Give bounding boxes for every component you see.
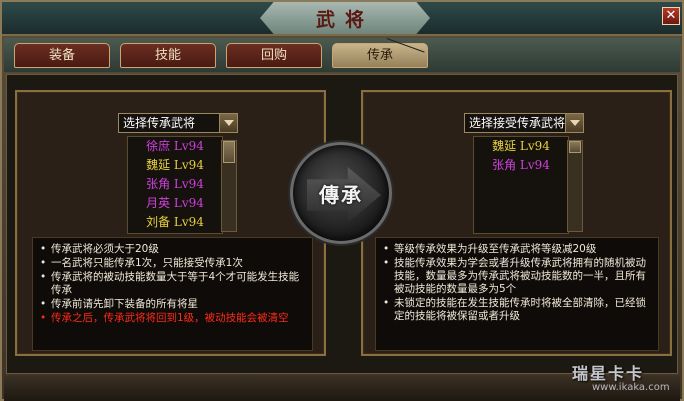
source-general-panel: 选择传承武将 徐庶 Lv94 魏延 Lv94 张角 Lv94 月英 Lv94 刘… <box>15 90 326 356</box>
chevron-down-icon[interactable] <box>565 114 583 132</box>
list-item[interactable]: 魏延 Lv94 <box>128 156 222 175</box>
target-rules-box: 等级传承效果为升级至传承武将等级减20级 技能传承效果为学会或者升级传承武将拥有… <box>375 237 659 351</box>
list-item[interactable]: 张角 Lv94 <box>128 175 222 194</box>
scroll-thumb[interactable] <box>223 141 235 163</box>
target-list-scrollbar[interactable] <box>567 140 583 232</box>
watermark-logo: 瑞星卡卡 <box>572 364 645 383</box>
inherit-button[interactable]: 傳承 <box>290 142 392 244</box>
source-list-scrollbar[interactable] <box>221 140 237 232</box>
rule-text: 传承武将必须大于20级 <box>40 243 306 256</box>
title-plaque: 武将 <box>260 2 430 34</box>
tab-bar: 装备 技能 回购 传承 <box>4 38 680 72</box>
watermark-url: www.ikaka.com <box>592 382 670 393</box>
tab-skills[interactable]: 技能 <box>120 43 216 68</box>
scroll-thumb[interactable] <box>569 141 581 153</box>
rule-text: 一名武将只能传承1次，只能接受传承1次 <box>40 257 306 270</box>
chevron-down-icon[interactable] <box>219 114 237 132</box>
source-rules-box: 传承武将必须大于20级 一名武将只能传承1次，只能接受传承1次 传承武将的被动技… <box>32 237 313 351</box>
list-item[interactable]: 月英 Lv94 <box>128 194 222 213</box>
list-item[interactable]: 徐庶 Lv94 <box>128 137 222 156</box>
window-title: 武将 <box>315 8 374 31</box>
rule-text: 传承武将的被动技能数量大于等于4个才可能发生技能传承 <box>40 271 306 297</box>
target-general-select[interactable]: 选择接受传承武将 <box>464 113 584 133</box>
rule-text: 未锁定的技能在发生技能传承时将被全部清除，已经锁定的技能将被保留或者升级 <box>383 297 652 323</box>
inherit-button-label: 傳承 <box>319 183 363 207</box>
rule-text: 等级传承效果为升级至传承武将等级减20级 <box>383 243 652 256</box>
list-item[interactable]: 魏延 Lv94 <box>474 137 568 156</box>
close-icon: ✕ <box>665 8 677 23</box>
rule-text: 传承前请先卸下装备的所有将星 <box>40 298 306 311</box>
tab-equipment[interactable]: 装备 <box>14 43 110 68</box>
target-general-panel: 选择接受传承武将 魏延 Lv94 张角 Lv94 等级传承效果为升级至传承武将等… <box>361 90 672 356</box>
tab-buyback[interactable]: 回购 <box>226 43 322 68</box>
rule-text: 技能传承效果为学会或者升级传承武将拥有的随机被动技能，数量最多为传承武将被动技能… <box>383 257 652 296</box>
close-button[interactable]: ✕ <box>662 7 680 25</box>
rule-warning-text: 传承之后，传承武将将回到1级，被动技能会被清空 <box>40 312 306 325</box>
general-window: 武将 ✕ 装备 技能 回购 传承 选择传承武将 徐庶 Lv94 魏延 Lv94 … <box>0 0 684 401</box>
source-general-select[interactable]: 选择传承武将 <box>118 113 238 133</box>
list-item[interactable]: 张角 Lv94 <box>474 156 568 175</box>
source-select-label: 选择传承武将 <box>123 116 196 130</box>
source-general-list: 徐庶 Lv94 魏延 Lv94 张角 Lv94 月英 Lv94 刘备 Lv94 <box>127 136 223 234</box>
target-select-label: 选择接受传承武将 <box>469 116 566 130</box>
list-item[interactable]: 刘备 Lv94 <box>128 213 222 232</box>
target-general-list: 魏延 Lv94 张角 Lv94 <box>473 136 569 234</box>
